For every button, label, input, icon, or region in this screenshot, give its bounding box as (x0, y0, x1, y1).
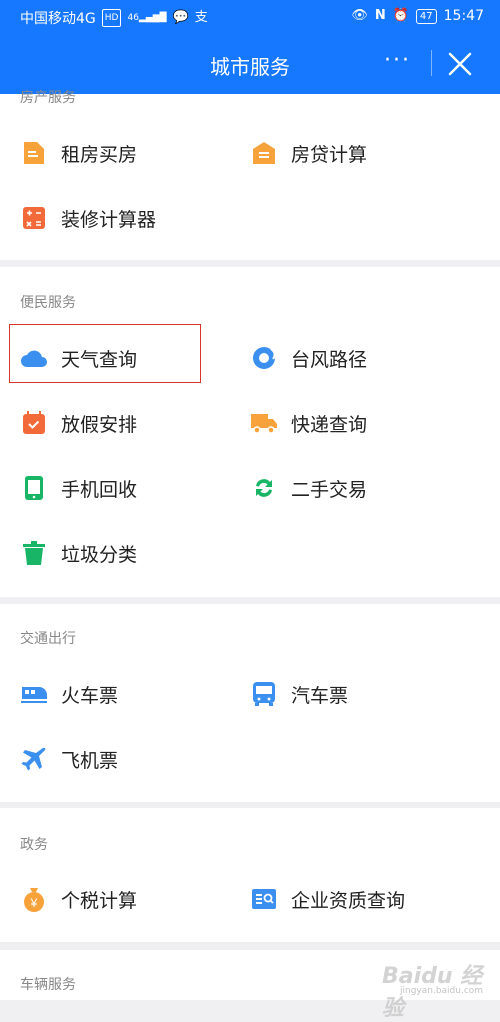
close-icon (448, 52, 472, 76)
item-typhoon[interactable]: 台风路径 (250, 338, 367, 378)
alarm-icon: ⏰ (392, 8, 409, 23)
item-label: 企业资质查询 (291, 889, 406, 912)
section-title-vehicle: 车辆服务 (20, 977, 76, 993)
item-rent-buy[interactable]: 租房买房 (20, 133, 137, 173)
item-tax-calc[interactable]: ¥ 个税计算 (20, 879, 137, 919)
truck-icon (250, 409, 278, 437)
battery-icon: 47 (415, 8, 437, 24)
highlight-box (9, 324, 201, 383)
item-label: 房贷计算 (291, 143, 368, 166)
section-housing: 房产服务 租房买房 房贷计算 装修计算器 (0, 90, 500, 260)
item-label: 快递查询 (291, 413, 368, 436)
section-government: 政务 ¥ 个税计算 企业资质查询 (0, 808, 500, 942)
nav-bar: 城市服务 ··· (0, 34, 500, 94)
item-label: 个税计算 (61, 889, 138, 912)
item-label: 放假安排 (61, 413, 138, 436)
typhoon-icon (250, 344, 278, 372)
item-flight-ticket[interactable]: 飞机票 (20, 739, 118, 779)
item-label: 二手交易 (291, 478, 368, 501)
hd-icon: HD (101, 9, 122, 27)
item-decoration-calc[interactable]: 装修计算器 (20, 198, 156, 238)
item-second-hand[interactable]: 二手交易 (250, 468, 367, 508)
bus-icon (250, 680, 278, 708)
calculator-icon (20, 204, 48, 232)
phone-icon (20, 474, 48, 502)
item-mortgage-calc[interactable]: 房贷计算 (250, 133, 367, 173)
network-type-label: 46 (127, 13, 139, 23)
section-convenience: 便民服务 天气查询 台风路径 放假安排 快递查询 手机回收 二手交易 垃圾分类 (0, 267, 500, 597)
close-button[interactable] (446, 50, 474, 78)
item-label: 台风路径 (291, 348, 368, 371)
trash-icon (20, 539, 48, 567)
item-label: 装修计算器 (61, 208, 157, 231)
alipay-icon: 支 (194, 10, 208, 25)
section-transport: 交通出行 火车票 汽车票 飞机票 (0, 604, 500, 802)
section-title-transport: 交通出行 (20, 631, 76, 647)
carrier-label: 中国移动4G (20, 11, 96, 27)
item-holiday[interactable]: 放假安排 (20, 403, 137, 443)
item-label: 垃圾分类 (61, 543, 138, 566)
svg-text:¥: ¥ (30, 896, 38, 910)
enterprise-search-icon (250, 885, 278, 913)
item-label: 火车票 (61, 684, 119, 707)
status-bar: 中国移动4G HD 46▂▄▆█ 💬 支 👁 N ⏰ 47 15:47 (0, 0, 500, 34)
item-enterprise-query[interactable]: 企业资质查询 (250, 879, 405, 919)
section-title-government: 政务 (20, 837, 48, 853)
item-label: 飞机票 (61, 749, 119, 772)
nfc-icon: N (374, 8, 386, 23)
more-button[interactable]: ··· (384, 48, 411, 73)
section-title-convenience: 便民服务 (20, 295, 76, 311)
battery-level: 47 (419, 10, 433, 22)
section-title-housing: 房产服务 (20, 90, 76, 106)
document-icon (20, 139, 48, 167)
airplane-icon (20, 745, 48, 773)
signal-icon: 46▂▄▆█ (127, 13, 167, 23)
item-express[interactable]: 快递查询 (250, 403, 367, 443)
clock-time: 15:47 (443, 8, 484, 24)
item-train-ticket[interactable]: 火车票 (20, 674, 118, 714)
train-icon (20, 680, 48, 708)
item-label: 汽车票 (291, 684, 349, 707)
money-bag-icon: ¥ (20, 885, 48, 913)
page-title: 城市服务 (210, 55, 290, 79)
message-icon: 💬 (172, 10, 189, 25)
calendar-icon (20, 409, 48, 437)
item-bus-ticket[interactable]: 汽车票 (250, 674, 348, 714)
eye-icon: 👁 (351, 8, 368, 23)
house-icon (250, 139, 278, 167)
nav-divider (431, 50, 432, 76)
item-label: 手机回收 (61, 478, 138, 501)
item-phone-recycle[interactable]: 手机回收 (20, 468, 137, 508)
watermark-url: jingyan.baidu.com (400, 986, 484, 996)
item-label: 租房买房 (61, 143, 138, 166)
exchange-icon (250, 474, 278, 502)
item-garbage-sort[interactable]: 垃圾分类 (20, 533, 137, 573)
